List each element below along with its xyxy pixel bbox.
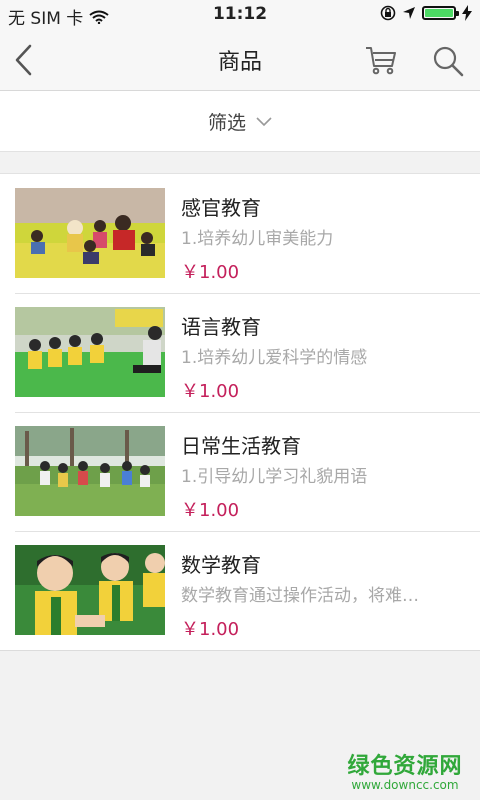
product-description: 数学教育通过操作活动，将难… — [181, 586, 419, 606]
battery-icon — [422, 6, 459, 20]
product-price: ￥1.00 — [181, 619, 240, 640]
product-image — [15, 307, 165, 397]
status-right — [380, 5, 472, 21]
orientation-lock-icon — [380, 5, 396, 21]
product-description: 1.培养幼儿爱科学的情感 — [181, 348, 368, 368]
navigation-bar: 商品 — [0, 30, 480, 91]
product-title: 数学教育 — [181, 553, 261, 577]
product-image — [15, 426, 165, 516]
item-divider — [15, 412, 480, 413]
product-item[interactable]: 数学教育 数学教育通过操作活动，将难… ￥1.00 — [0, 531, 480, 650]
product-title: 感官教育 — [181, 196, 261, 220]
status-bar: 无 SIM 卡 11:12 — [0, 0, 480, 30]
product-title: 语言教育 — [181, 315, 261, 339]
watermark: 绿色资源网 www.downcc.com — [340, 748, 470, 792]
battery-cap — [456, 11, 459, 16]
product-title: 日常生活教育 — [181, 434, 301, 458]
location-arrow-icon — [403, 7, 415, 19]
product-item[interactable]: 日常生活教育 1.引导幼儿学习礼貌用语 ￥1.00 — [0, 412, 480, 531]
product-list: 感官教育 1.培养幼儿审美能力 ￥1.00 语言教育 1.培养幼儿爱科学的情感 … — [0, 173, 480, 651]
product-price: ￥1.00 — [181, 262, 240, 283]
product-description: 1.培养幼儿审美能力 — [181, 229, 334, 249]
battery-fill — [425, 9, 453, 17]
item-divider — [15, 293, 480, 294]
page-title: 商品 — [217, 50, 262, 75]
charging-bolt-icon — [462, 5, 472, 21]
item-divider — [15, 531, 480, 532]
watermark-url: www.downcc.com — [351, 778, 459, 792]
product-description: 1.引导幼儿学习礼貌用语 — [181, 467, 368, 487]
product-image — [15, 188, 165, 278]
product-image — [15, 545, 165, 635]
cart-icon[interactable] — [364, 43, 398, 77]
product-item[interactable]: 感官教育 1.培养幼儿审美能力 ￥1.00 — [0, 174, 480, 293]
product-price: ￥1.00 — [181, 381, 240, 402]
chevron-down-icon — [256, 116, 272, 126]
search-icon[interactable] — [430, 43, 466, 79]
product-price: ￥1.00 — [181, 500, 240, 521]
product-item[interactable]: 语言教育 1.培养幼儿爱科学的情感 ￥1.00 — [0, 293, 480, 412]
filter-button[interactable]: 筛选 — [0, 108, 480, 135]
filter-label: 筛选 — [207, 112, 246, 134]
filter-bar: 筛选 — [0, 91, 480, 152]
watermark-main: 绿色资源网 — [347, 754, 463, 779]
